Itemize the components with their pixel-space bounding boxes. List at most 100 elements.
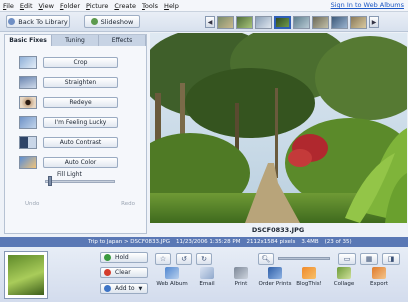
- photo-dimensions: 2112x1584 pixels: [246, 239, 296, 245]
- filmstrip-thumb[interactable]: [312, 15, 329, 29]
- redeye-button[interactable]: Redeye: [43, 96, 118, 108]
- add-icon: [104, 285, 111, 292]
- tab-effects[interactable]: Effects: [99, 35, 146, 46]
- play-icon: [90, 18, 98, 25]
- hold-label: Hold: [115, 254, 129, 261]
- collage-icon: [337, 267, 351, 279]
- feeling-lucky-button[interactable]: I'm Feeling Lucky: [43, 116, 118, 128]
- web-album-label: Web Album: [156, 281, 188, 287]
- filmstrip-thumb[interactable]: [236, 15, 253, 29]
- filmstrip-thumb[interactable]: [255, 15, 272, 29]
- photo-tray: Hold Clear Add to ▼ ☆ ↺ ↻ 🔍︎ ▭ ▦ ◨ Web A…: [0, 247, 408, 302]
- printer-icon: [234, 267, 248, 279]
- fill-light-slider[interactable]: [45, 180, 115, 183]
- export-icon: [372, 267, 386, 279]
- web-album-icon: [165, 267, 179, 279]
- view-single-icon[interactable]: ▭: [338, 253, 356, 265]
- menu-picture[interactable]: Picture: [83, 2, 111, 10]
- fix-row-lucky: I'm Feeling Lucky: [19, 115, 129, 129]
- filmstrip-prev-icon[interactable]: ◀: [205, 16, 215, 28]
- rotate-right-icon[interactable]: ↻: [196, 253, 212, 265]
- photo-viewer[interactable]: DSCF0833.JPG: [150, 33, 407, 236]
- photo-count: (23 of 35): [324, 239, 352, 245]
- fix-row-color: Auto Color: [19, 155, 129, 169]
- zoom-icon[interactable]: 🔍︎: [258, 253, 274, 265]
- order-prints-button[interactable]: Order Prints: [258, 267, 292, 299]
- hold-button[interactable]: Hold: [100, 252, 148, 263]
- slideshow-button[interactable]: Slideshow: [84, 15, 140, 28]
- email-button[interactable]: Email: [190, 267, 224, 299]
- straighten-button[interactable]: Straighten: [43, 76, 118, 88]
- edit-tabs: Basic Fixes Tuning Effects: [5, 35, 146, 46]
- slideshow-label: Slideshow: [100, 17, 134, 26]
- menu-tools[interactable]: Tools: [139, 2, 161, 10]
- menu-file[interactable]: File: [0, 2, 17, 10]
- menu-view[interactable]: View: [36, 2, 57, 10]
- filmstrip-thumb-selected[interactable]: [274, 15, 291, 29]
- export-label: Export: [369, 281, 388, 287]
- fix-row-contrast: Auto Contrast: [19, 135, 129, 149]
- menu-create[interactable]: Create: [111, 2, 139, 10]
- lucky-icon: [19, 115, 37, 129]
- undo-redo-row: Undo Redo: [25, 201, 135, 207]
- add-to-label: Add to: [115, 285, 135, 292]
- menu-edit[interactable]: Edit: [17, 2, 36, 10]
- add-to-button[interactable]: Add to ▼: [100, 283, 148, 294]
- fix-row-crop: Crop: [19, 55, 129, 69]
- star-icon[interactable]: ☆: [155, 253, 171, 265]
- filmstrip-thumb[interactable]: [217, 15, 234, 29]
- menu-help[interactable]: Help: [161, 2, 182, 10]
- photo-path: Trip to Japan > DSCF0833.JPG: [88, 239, 170, 245]
- info-bar: Trip to Japan > DSCF0833.JPG 11/23/2006 …: [0, 237, 408, 247]
- tab-basic-fixes[interactable]: Basic Fixes: [5, 35, 52, 46]
- order-prints-label: Order Prints: [258, 281, 292, 287]
- rotate-left-icon[interactable]: ↺: [176, 253, 192, 265]
- blogthis-button[interactable]: BlogThis!: [292, 267, 326, 299]
- clear-icon: [104, 269, 111, 276]
- back-arrow-icon: [8, 18, 16, 25]
- auto-color-button[interactable]: Auto Color: [43, 156, 118, 168]
- hold-icon: [104, 254, 111, 261]
- filmstrip-thumb[interactable]: [293, 15, 310, 29]
- back-to-library-label: Back To Library: [18, 17, 68, 26]
- view-compare-icon[interactable]: ◨: [382, 253, 400, 265]
- photo-image: DSCF0833.JPG: [150, 33, 407, 236]
- contrast-icon: [19, 135, 37, 149]
- collage-label: Collage: [333, 281, 355, 287]
- crop-button[interactable]: Crop: [43, 56, 118, 68]
- back-to-library-button[interactable]: Back To Library: [6, 15, 70, 28]
- sign-in-link[interactable]: Sign In to Web Albums: [331, 1, 404, 9]
- redo-button[interactable]: Redo: [121, 201, 135, 207]
- export-button[interactable]: Export: [362, 267, 396, 299]
- filmstrip-next-icon[interactable]: ▶: [369, 16, 379, 28]
- chevron-down-icon: ▼: [138, 285, 143, 292]
- print-label: Print: [234, 281, 248, 287]
- filmstrip: ◀ ▶: [205, 14, 395, 30]
- clear-label: Clear: [115, 269, 131, 276]
- email-label: Email: [199, 281, 215, 287]
- tab-tuning[interactable]: Tuning: [52, 35, 99, 46]
- blogthis-label: BlogThis!: [296, 281, 322, 287]
- view-grid-icon[interactable]: ▦: [360, 253, 378, 265]
- edit-panel: Basic Fixes Tuning Effects Crop Straight…: [4, 34, 147, 234]
- undo-button[interactable]: Undo: [25, 201, 39, 207]
- auto-contrast-button[interactable]: Auto Contrast: [43, 136, 118, 148]
- photo-caption: DSCF0833.JPG: [252, 226, 304, 234]
- top-toolbar: Back To Library Slideshow ◀ ▶: [0, 12, 408, 32]
- menu-bar: File Edit View Folder Picture Create Too…: [0, 0, 408, 12]
- menu-folder[interactable]: Folder: [57, 2, 83, 10]
- tray-thumbnail[interactable]: [4, 251, 48, 299]
- fix-row-straighten: Straighten: [19, 75, 129, 89]
- filmstrip-thumb[interactable]: [331, 15, 348, 29]
- fill-light-slider-handle[interactable]: [47, 176, 52, 186]
- zoom-slider[interactable]: [278, 257, 330, 260]
- fix-row-redeye: Redeye: [19, 95, 129, 109]
- blogger-icon: [302, 267, 316, 279]
- clear-button[interactable]: Clear: [100, 267, 148, 278]
- print-button[interactable]: Print: [224, 267, 258, 299]
- email-icon: [200, 267, 214, 279]
- photo-size: 3.4MB: [301, 239, 319, 245]
- web-album-button[interactable]: Web Album: [155, 267, 189, 299]
- collage-button[interactable]: Collage: [327, 267, 361, 299]
- filmstrip-thumb[interactable]: [350, 15, 367, 29]
